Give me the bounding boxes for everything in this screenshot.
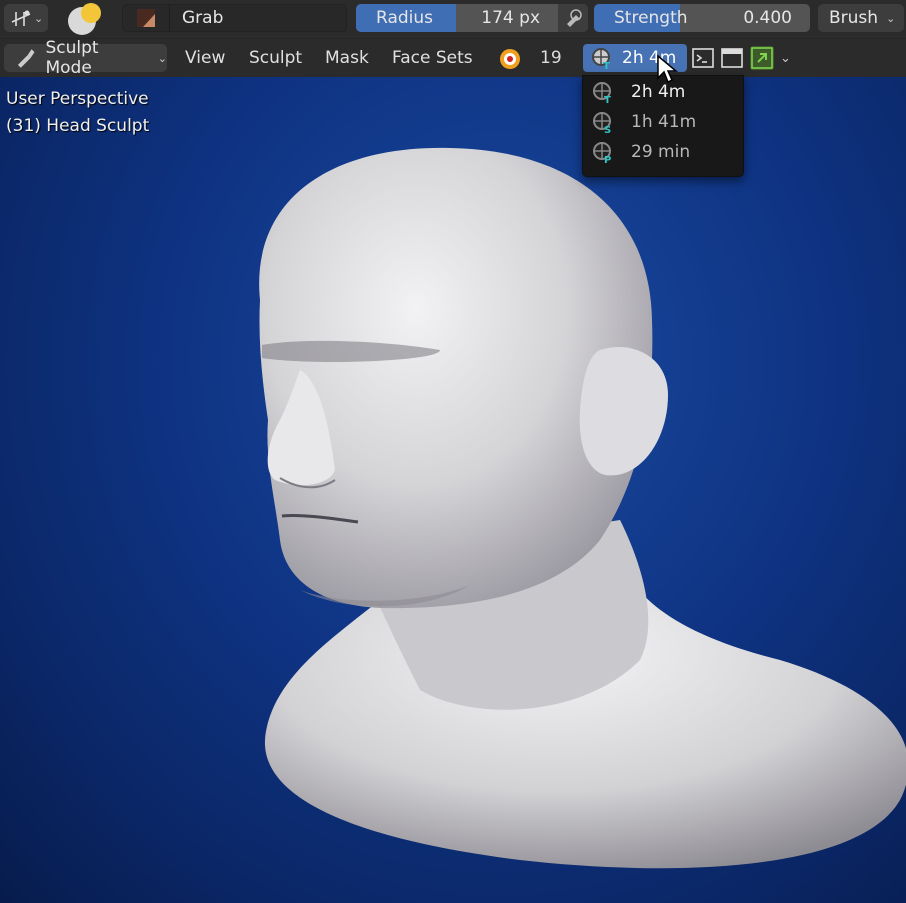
dropdown-item-project[interactable]: P 29 min bbox=[591, 137, 739, 167]
brush-name: Grab bbox=[182, 8, 224, 28]
transform-icon bbox=[11, 10, 31, 26]
menu-mask[interactable]: Mask bbox=[325, 44, 369, 72]
refresh-icon[interactable] bbox=[750, 46, 774, 70]
chevron-down-icon: ⌄ bbox=[886, 11, 896, 25]
strength-value: 0.400 bbox=[743, 8, 792, 28]
chevron-down-icon[interactable]: ⌄ bbox=[780, 51, 791, 66]
timer-crosshair-icon: T bbox=[592, 48, 610, 70]
stats-count: 19 bbox=[540, 48, 562, 68]
viewport-object-label: (31) Head Sculpt bbox=[6, 116, 150, 136]
console-icon[interactable] bbox=[691, 46, 715, 70]
strength-slider[interactable]: Strength 0.400 bbox=[594, 4, 810, 32]
svg-text:P: P bbox=[604, 155, 611, 164]
window-icon[interactable] bbox=[720, 46, 744, 70]
mode-label: Sculpt Mode bbox=[45, 38, 99, 78]
pen-pressure-icon[interactable] bbox=[558, 4, 588, 32]
menu-view[interactable]: View bbox=[185, 44, 225, 72]
chevron-down-icon: ⌄ bbox=[34, 11, 44, 25]
dropdown-item-label: 1h 41m bbox=[631, 112, 697, 132]
brush-selector[interactable]: Grab bbox=[122, 4, 347, 32]
viewport-header: Sculpt Mode ⌄ View Sculpt Mask Face Sets… bbox=[0, 38, 906, 78]
stats-overlay-icon[interactable] bbox=[498, 47, 522, 71]
brush-thumbnail-icon bbox=[123, 4, 170, 32]
timer-total-icon: T bbox=[593, 82, 611, 104]
timer-session-icon: S bbox=[593, 112, 611, 134]
radius-label: Radius bbox=[376, 8, 434, 28]
viewport-perspective-label: User Perspective bbox=[6, 89, 149, 109]
radius-value: 174 px bbox=[481, 8, 540, 28]
radius-slider[interactable]: Radius 174 px bbox=[356, 4, 588, 32]
dropdown-item-label: 29 min bbox=[631, 142, 691, 162]
mouse-cursor-icon bbox=[657, 54, 678, 84]
mode-selector[interactable]: Sculpt Mode ⌄ bbox=[4, 38, 167, 78]
dropdown-item-label: 2h 4m bbox=[631, 82, 686, 102]
matcap-moon-icon[interactable] bbox=[66, 3, 102, 35]
chevron-down-icon: ⌄ bbox=[157, 51, 167, 65]
svg-text:S: S bbox=[604, 125, 611, 134]
tool-header: ⌄ Grab Radius 174 px Strength 0.400 Brus… bbox=[0, 0, 906, 38]
dropdown-item-session[interactable]: S 1h 41m bbox=[591, 107, 739, 137]
time-dropdown-menu: T 2h 4m S 1h 41m P 29 min bbox=[582, 75, 744, 177]
svg-text:T: T bbox=[604, 95, 611, 104]
menu-face-sets[interactable]: Face Sets bbox=[392, 44, 473, 72]
svg-text:T: T bbox=[603, 61, 610, 70]
brush-menu-button[interactable]: Brush ⌄ bbox=[818, 4, 904, 32]
menu-sculpt[interactable]: Sculpt bbox=[249, 44, 302, 72]
timer-project-icon: P bbox=[593, 142, 611, 164]
brush-menu-label: Brush bbox=[829, 8, 879, 28]
sculpt-brush-icon bbox=[17, 49, 35, 68]
strength-label: Strength bbox=[614, 8, 688, 28]
tool-select-button[interactable]: ⌄ bbox=[4, 4, 48, 32]
